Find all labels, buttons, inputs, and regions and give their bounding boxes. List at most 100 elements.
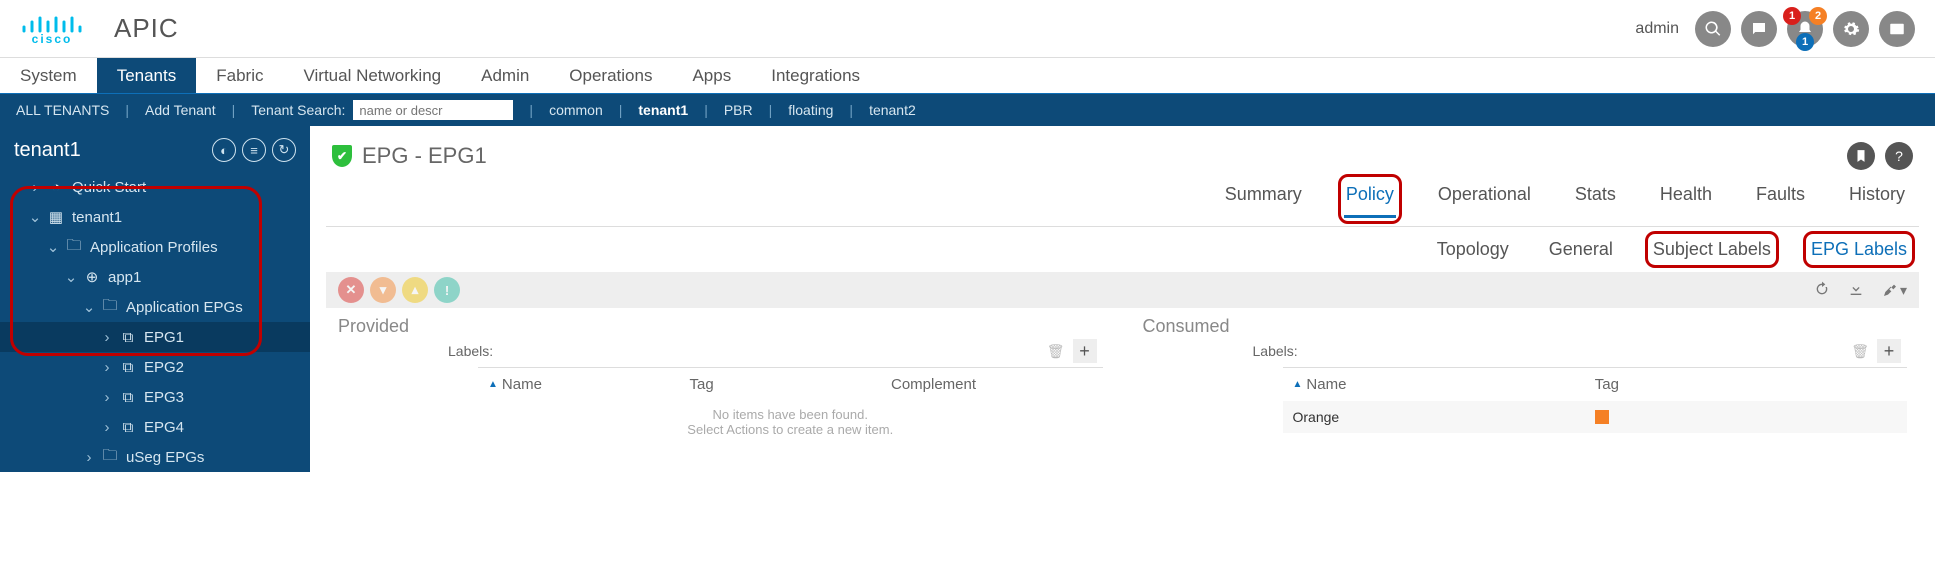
bookmark-icon[interactable] <box>1847 142 1875 170</box>
tenant-link-floating[interactable]: floating <box>788 102 833 118</box>
gear-icon[interactable] <box>1833 11 1869 47</box>
provided-panel: Provided Labels: 🗑 + ▲Name Tag Complemen… <box>338 316 1103 449</box>
nav-apps[interactable]: Apps <box>672 58 751 93</box>
sev-minor-icon[interactable]: ▴ <box>402 277 428 303</box>
tenant-link-tenant2[interactable]: tenant2 <box>869 102 916 118</box>
tree-label: EPG4 <box>144 419 184 436</box>
consumed-heading: Consumed <box>1143 316 1908 337</box>
add-label-button[interactable]: + <box>1877 339 1901 363</box>
globe-icon: ⊕ <box>82 268 102 286</box>
feedback-icon[interactable] <box>1741 11 1777 47</box>
apps-icon[interactable] <box>1879 11 1915 47</box>
tree-item-tenant1[interactable]: ⌄▦tenant1 <box>0 202 310 232</box>
nav-virtual-networking[interactable]: Virtual Networking <box>283 58 461 93</box>
help-icon[interactable]: ? <box>1885 142 1913 170</box>
nav-system[interactable]: System <box>0 58 97 93</box>
download-icon[interactable] <box>1848 281 1864 300</box>
alerts-icon[interactable]: 1 2 1 <box>1787 11 1823 47</box>
tab-summary[interactable]: Summary <box>1223 180 1304 218</box>
sidebar-title: tenant1 <box>14 139 81 162</box>
tab-stats[interactable]: Stats <box>1573 180 1618 218</box>
col-complement[interactable]: Complement <box>891 376 1093 393</box>
provided-table: ▲Name Tag Complement No items have been … <box>478 367 1103 449</box>
sev-crit-icon[interactable]: ✕ <box>338 277 364 303</box>
sev-major-icon[interactable]: ▾ <box>370 277 396 303</box>
search-icon[interactable] <box>1695 11 1731 47</box>
tab-history[interactable]: History <box>1847 180 1907 218</box>
chevron-icon: › <box>82 449 96 466</box>
tab-policy[interactable]: Policy <box>1344 180 1396 218</box>
warn-badge: 2 <box>1809 7 1827 25</box>
empty-line1: No items have been found. <box>478 407 1103 422</box>
nav-admin[interactable]: Admin <box>461 58 549 93</box>
tenant-subnav: ALL TENANTS | Add Tenant | Tenant Search… <box>0 94 1935 126</box>
refresh-icon[interactable] <box>1814 281 1830 300</box>
nav-tree: ›◔Quick Start⌄▦tenant1⌄🗀Application Prof… <box>0 172 310 472</box>
cisco-logo: cisco <box>20 12 84 46</box>
col-tag[interactable]: Tag <box>690 376 892 393</box>
primary-nav: System Tenants Fabric Virtual Networking… <box>0 58 1935 94</box>
cell-name: Orange <box>1293 409 1595 425</box>
subtab-epg-labels[interactable]: EPG Labels <box>1811 239 1907 260</box>
tree-item-quick-start[interactable]: ›◔Quick Start <box>0 172 310 202</box>
subtabs: Topology General Subject Labels EPG Labe… <box>326 227 1919 272</box>
tree-item-epg3[interactable]: ›⧉EPG3 <box>0 382 310 412</box>
epg-icon: ⧉ <box>118 329 138 346</box>
col-name[interactable]: ▲Name <box>488 376 690 393</box>
nav-fabric[interactable]: Fabric <box>196 58 283 93</box>
trash-icon[interactable]: 🗑 <box>1047 343 1065 360</box>
epg-icon: ⧉ <box>118 389 138 406</box>
tree-item-app1[interactable]: ⌄⊕ app1 <box>0 262 310 292</box>
sev-warn-icon[interactable]: ! <box>434 277 460 303</box>
tree-item-epg2[interactable]: ›⧉EPG2 <box>0 352 310 382</box>
sb-filter-icon[interactable]: ≡ <box>242 138 266 162</box>
cell-tag <box>1595 409 1897 425</box>
nav-operations[interactable]: Operations <box>549 58 672 93</box>
sidebar: tenant1 ◐ ≡ ↻ ›◔Quick Start⌄▦tenant1⌄🗀Ap… <box>0 126 310 472</box>
subtab-general[interactable]: General <box>1549 239 1613 260</box>
subtab-topology[interactable]: Topology <box>1437 239 1509 260</box>
tools-icon[interactable]: ▾ <box>1882 282 1907 299</box>
all-tenants-link[interactable]: ALL TENANTS <box>16 102 109 118</box>
health-shield-icon: ✔ <box>332 145 352 167</box>
tree-label: Application EPGs <box>126 299 243 316</box>
tab-operational[interactable]: Operational <box>1436 180 1533 218</box>
tree-item-application-epgs[interactable]: ⌄🗀Application EPGs <box>0 292 310 322</box>
tree-item-useg-epgs[interactable]: ›🗀uSeg EPGs <box>0 442 310 472</box>
nav-tenants[interactable]: Tenants <box>97 58 197 93</box>
tenant-link-common[interactable]: common <box>549 102 603 118</box>
chevron-icon: ⌄ <box>46 238 60 256</box>
consumed-labels-label: Labels: <box>1253 343 1298 359</box>
empty-line2: Select Actions to create a new item. <box>478 422 1103 437</box>
user-label[interactable]: admin <box>1635 20 1679 38</box>
main-layout: tenant1 ◐ ≡ ↻ ›◔Quick Start⌄▦tenant1⌄🗀Ap… <box>0 126 1935 472</box>
tenant-search-input[interactable] <box>353 100 513 120</box>
sort-asc-icon: ▲ <box>488 379 498 390</box>
col-tag[interactable]: Tag <box>1595 376 1897 393</box>
epg-icon: ⧉ <box>118 419 138 436</box>
subtab-subject-labels[interactable]: Subject Labels <box>1653 239 1771 260</box>
tenant-search-label: Tenant Search: <box>251 102 345 118</box>
chevron-icon: › <box>100 359 114 376</box>
tenant-link-pbr[interactable]: PBR <box>724 102 753 118</box>
provided-labels-label: Labels: <box>448 343 493 359</box>
add-tenant-link[interactable]: Add Tenant <box>145 102 216 118</box>
tree-item-application-profiles[interactable]: ⌄🗀Application Profiles <box>0 232 310 262</box>
tab-health[interactable]: Health <box>1658 180 1714 218</box>
col-name[interactable]: ▲Name <box>1293 376 1595 393</box>
sb-pointer-icon[interactable]: ◐ <box>212 138 236 162</box>
tree-item-epg1[interactable]: ›⧉EPG1 <box>0 322 310 352</box>
tree-label: Application Profiles <box>90 239 218 256</box>
nav-integrations[interactable]: Integrations <box>751 58 880 93</box>
tree-item-epg4[interactable]: ›⧉EPG4 <box>0 412 310 442</box>
table-row[interactable]: Orange <box>1283 401 1908 433</box>
tab-faults[interactable]: Faults <box>1754 180 1807 218</box>
chevron-icon: ⌄ <box>64 268 78 286</box>
tree-label: app1 <box>108 269 141 286</box>
tenant-link-tenant1[interactable]: tenant1 <box>638 102 688 118</box>
page-title: EPG - EPG1 <box>362 143 487 169</box>
trash-icon[interactable]: 🗑 <box>1851 343 1869 360</box>
add-label-button[interactable]: + <box>1073 339 1097 363</box>
tree-label: uSeg EPGs <box>126 449 204 466</box>
sb-refresh-icon[interactable]: ↻ <box>272 138 296 162</box>
